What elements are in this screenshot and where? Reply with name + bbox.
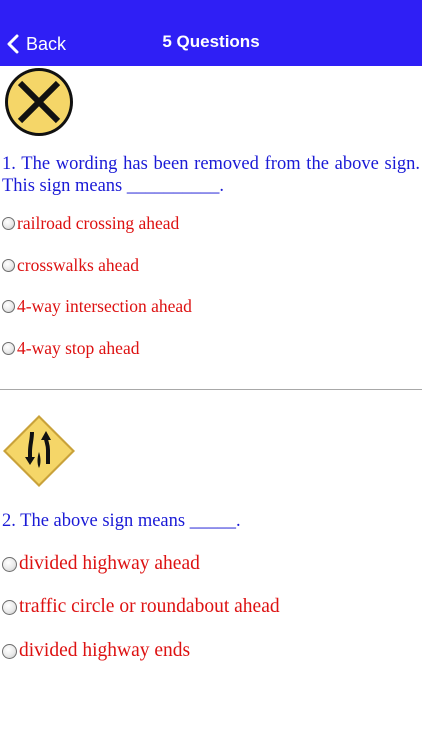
radio-button[interactable] [2, 556, 17, 572]
answer-option[interactable]: crosswalks ahead [2, 255, 139, 276]
divided-highway-ends-sign-icon [3, 415, 75, 487]
answer-option[interactable]: divided highway ends [2, 640, 190, 662]
radio-button[interactable] [2, 342, 15, 355]
option-label: 4-way intersection ahead [17, 296, 192, 316]
option-label: divided highway ends [19, 640, 191, 661]
radio-button[interactable] [2, 643, 17, 659]
page-title: 5 Questions [162, 32, 260, 51]
answer-option[interactable]: traffic circle or roundabout ahead [2, 596, 280, 618]
option-label: railroad crossing ahead [17, 213, 180, 233]
question-divider [0, 389, 422, 390]
answer-option[interactable]: railroad crossing ahead [2, 213, 179, 234]
question-text: 2. The above sign means _____. [2, 511, 241, 531]
answer-option[interactable]: 4-way stop ahead [2, 338, 139, 359]
radio-button[interactable] [2, 259, 15, 272]
option-label: 4-way stop ahead [17, 338, 140, 358]
railroad-crossing-sign-icon [5, 68, 73, 136]
answer-option[interactable]: divided highway ahead [2, 553, 200, 575]
radio-button[interactable] [2, 217, 15, 230]
answer-option[interactable]: 4-way intersection ahead [2, 296, 192, 317]
option-label: crosswalks ahead [17, 255, 139, 275]
navigation-bar: Back 5 Questions [0, 0, 422, 66]
question-text: 1. The wording has been removed from the… [2, 154, 420, 196]
option-label: divided highway ahead [19, 553, 200, 574]
option-label: traffic circle or roundabout ahead [19, 596, 280, 617]
radio-button[interactable] [2, 599, 17, 615]
radio-button[interactable] [2, 300, 15, 313]
